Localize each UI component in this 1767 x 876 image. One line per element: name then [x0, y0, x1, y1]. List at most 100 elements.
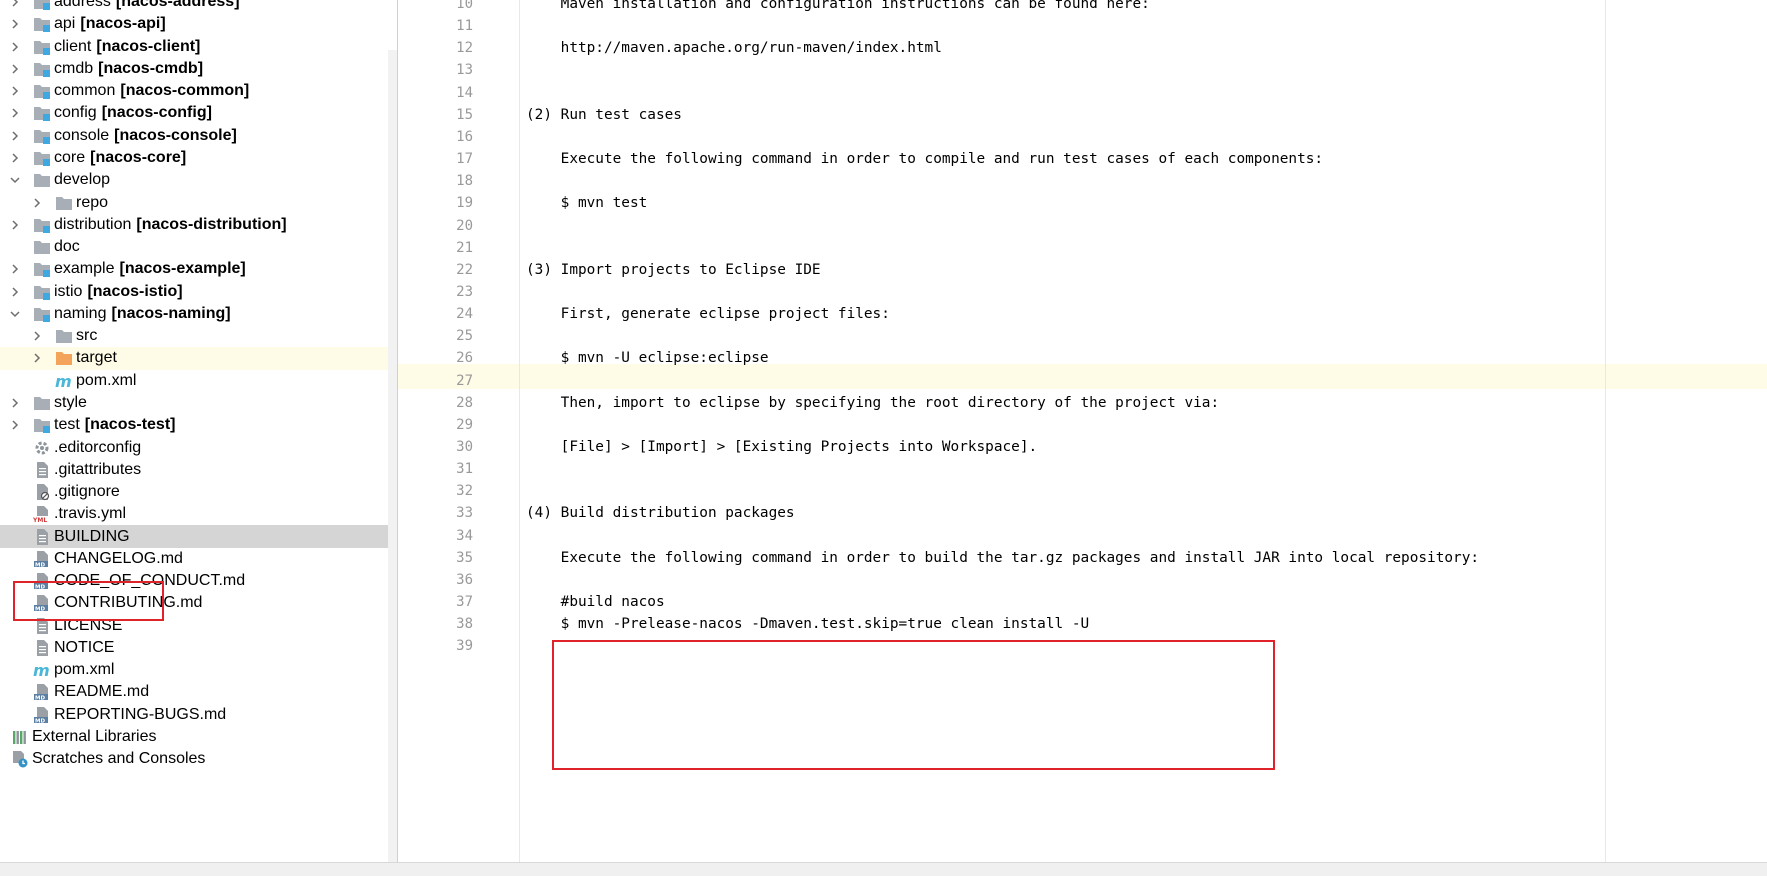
chevron-right-icon[interactable] [8, 259, 22, 279]
chevron-right-icon[interactable] [30, 348, 44, 368]
tree-item-style[interactable]: style [0, 392, 396, 414]
tree-item-istio[interactable]: istio [nacos-istio] [0, 281, 396, 303]
module-name: [nacos-address] [115, 0, 240, 11]
tree-item-pom-xml[interactable]: m pom.xml [0, 370, 398, 392]
tree-item-editorconfig[interactable]: .editorconfig [0, 436, 396, 458]
code-line[interactable]: Execute the following command in order t… [526, 147, 1323, 172]
chevron-right-icon[interactable] [8, 103, 22, 123]
svg-text:MD: MD [35, 718, 45, 724]
tree-item-label: core [54, 149, 86, 166]
code-line[interactable]: Then, import to eclipse by specifying th… [526, 391, 1219, 416]
tree-item-scratches-and-consoles[interactable]: Scratches and Consoles [0, 748, 398, 770]
code-line[interactable]: (4) Build distribution packages [526, 501, 795, 526]
md-file-icon: MD [32, 549, 52, 569]
chevron-right-icon[interactable] [8, 0, 22, 12]
tree-item-building[interactable]: BUILDING [0, 525, 396, 548]
chevron-right-icon[interactable] [8, 14, 22, 34]
project-tree-panel: address [nacos-address] api [nacos-api] clie… [0, 0, 398, 875]
module-folder-icon [32, 304, 52, 324]
chevron-right-icon[interactable] [8, 215, 22, 235]
tree-item-naming[interactable]: naming [nacos-naming] [0, 303, 396, 325]
code-line[interactable]: $ mvn -U eclipse:eclipse [526, 346, 769, 371]
module-name: [nacos-console] [114, 126, 237, 144]
tree-item-changelog-md[interactable]: MD CHANGELOG.md [0, 548, 396, 570]
tree-item-gitignore[interactable]: .gitignore [0, 481, 396, 503]
tree-item-config[interactable]: config [nacos-config] [0, 102, 396, 124]
text-file-icon [32, 638, 52, 658]
tree-item-target[interactable]: target [0, 347, 398, 370]
tree-item-label: pom.xml [54, 661, 115, 679]
chevron-down-icon[interactable] [8, 170, 22, 190]
tree-item-client[interactable]: client [nacos-client] [0, 36, 396, 58]
code-line[interactable]: (2) Run test cases [526, 103, 682, 128]
orange-folder-icon [54, 348, 74, 368]
tree-item-label: README.md [54, 683, 150, 701]
tree-item-core[interactable]: core [nacos-core] [0, 147, 396, 169]
svg-text:m: m [55, 372, 72, 390]
md-file-icon: MD [32, 682, 52, 702]
chevron-right-icon[interactable] [8, 393, 22, 413]
tree-item-label: config [54, 104, 97, 122]
tree-item-cmdb[interactable]: cmdb [nacos-cmdb] [0, 58, 396, 80]
tree-item-notice[interactable]: NOTICE [0, 637, 396, 659]
code-line[interactable]: $ mvn test [526, 191, 648, 216]
chevron-down-icon[interactable] [8, 304, 22, 324]
chevron-right-icon[interactable] [8, 148, 22, 168]
module-name: [nacos-core] [90, 149, 187, 166]
chevron-right-icon[interactable] [8, 126, 22, 146]
code-line[interactable]: (3) Import projects to Eclipse IDE [526, 258, 821, 283]
tree-item-test[interactable]: test [nacos-test] [0, 414, 396, 436]
code-line[interactable]: [File] > [Import] > [Existing Projects i… [526, 435, 1038, 460]
tree-item-label: repo [76, 193, 109, 211]
tree-item-label: .editorconfig [54, 438, 142, 456]
code-line[interactable]: Maven installation and configuration ins… [526, 0, 1150, 17]
chevron-right-icon[interactable] [8, 81, 22, 101]
tree-item-readme-md[interactable]: MD README.md [0, 681, 396, 703]
tree-item-distribution[interactable]: distribution [nacos-distribution] [0, 214, 396, 236]
tree-item-external-libraries[interactable]: External Libraries [0, 726, 398, 748]
tree-item-label: develop [54, 171, 111, 189]
gear-icon [32, 438, 52, 458]
tree-item-console[interactable]: console [nacos-console] [0, 125, 396, 147]
tree-item-label: .gitignore [54, 483, 120, 501]
tree-item-label: console [54, 126, 110, 144]
tree-item-example[interactable]: example [nacos-example] [0, 258, 396, 280]
chevron-right-icon[interactable] [8, 59, 22, 79]
tree-item-common[interactable]: common [nacos-common] [0, 80, 396, 102]
module-name: [nacos-api] [80, 15, 166, 33]
tree-item-label: address [54, 0, 111, 11]
tree-item-reporting-bugs-md[interactable]: MD REPORTING-BUGS.md [0, 704, 396, 726]
tree-item-doc[interactable]: doc [0, 236, 396, 258]
svg-text:YML: YML [33, 517, 47, 523]
tree-item-api[interactable]: api [nacos-api] [0, 13, 396, 35]
tree-item-pom-xml[interactable]: m pom.xml [0, 659, 396, 681]
chevron-right-icon[interactable] [30, 326, 44, 346]
module-folder-icon [32, 81, 52, 101]
module-name: [nacos-istio] [87, 282, 183, 300]
tree-item-travis-yml[interactable]: YML .travis.yml [0, 503, 396, 525]
tree-item-label: pom.xml [76, 371, 137, 389]
module-name: [nacos-test] [84, 416, 176, 434]
tree-item-gitattributes[interactable]: .gitattributes [0, 459, 396, 481]
tree-item-develop[interactable]: develop [0, 169, 396, 191]
code-line[interactable]: $ mvn -Prelease-nacos -Dmaven.test.skip=… [526, 612, 1090, 637]
code-line[interactable]: Execute the following command in order t… [526, 546, 1479, 571]
tree-item-repo[interactable]: repo [0, 191, 398, 213]
ignore-file-icon [32, 482, 52, 502]
tree-item-label: cmdb [54, 59, 94, 77]
module-folder-icon [32, 148, 52, 168]
chevron-right-icon[interactable] [8, 415, 22, 435]
chevron-right-icon[interactable] [30, 193, 44, 213]
code-line[interactable]: http://maven.apache.org/run-maven/index.… [526, 36, 942, 61]
tree-item-label: istio [54, 282, 83, 300]
code-line[interactable]: First, generate eclipse project files: [526, 302, 890, 327]
tree-item-label: distribution [54, 215, 132, 233]
chevron-right-icon[interactable] [8, 282, 22, 302]
annotation-box-building [13, 581, 164, 621]
chevron-right-icon[interactable] [8, 37, 22, 57]
tree-item-src[interactable]: src [0, 325, 398, 347]
libraries-icon [10, 727, 30, 747]
module-folder-icon [32, 37, 52, 57]
tree-item-address[interactable]: address [nacos-address] [0, 0, 396, 13]
